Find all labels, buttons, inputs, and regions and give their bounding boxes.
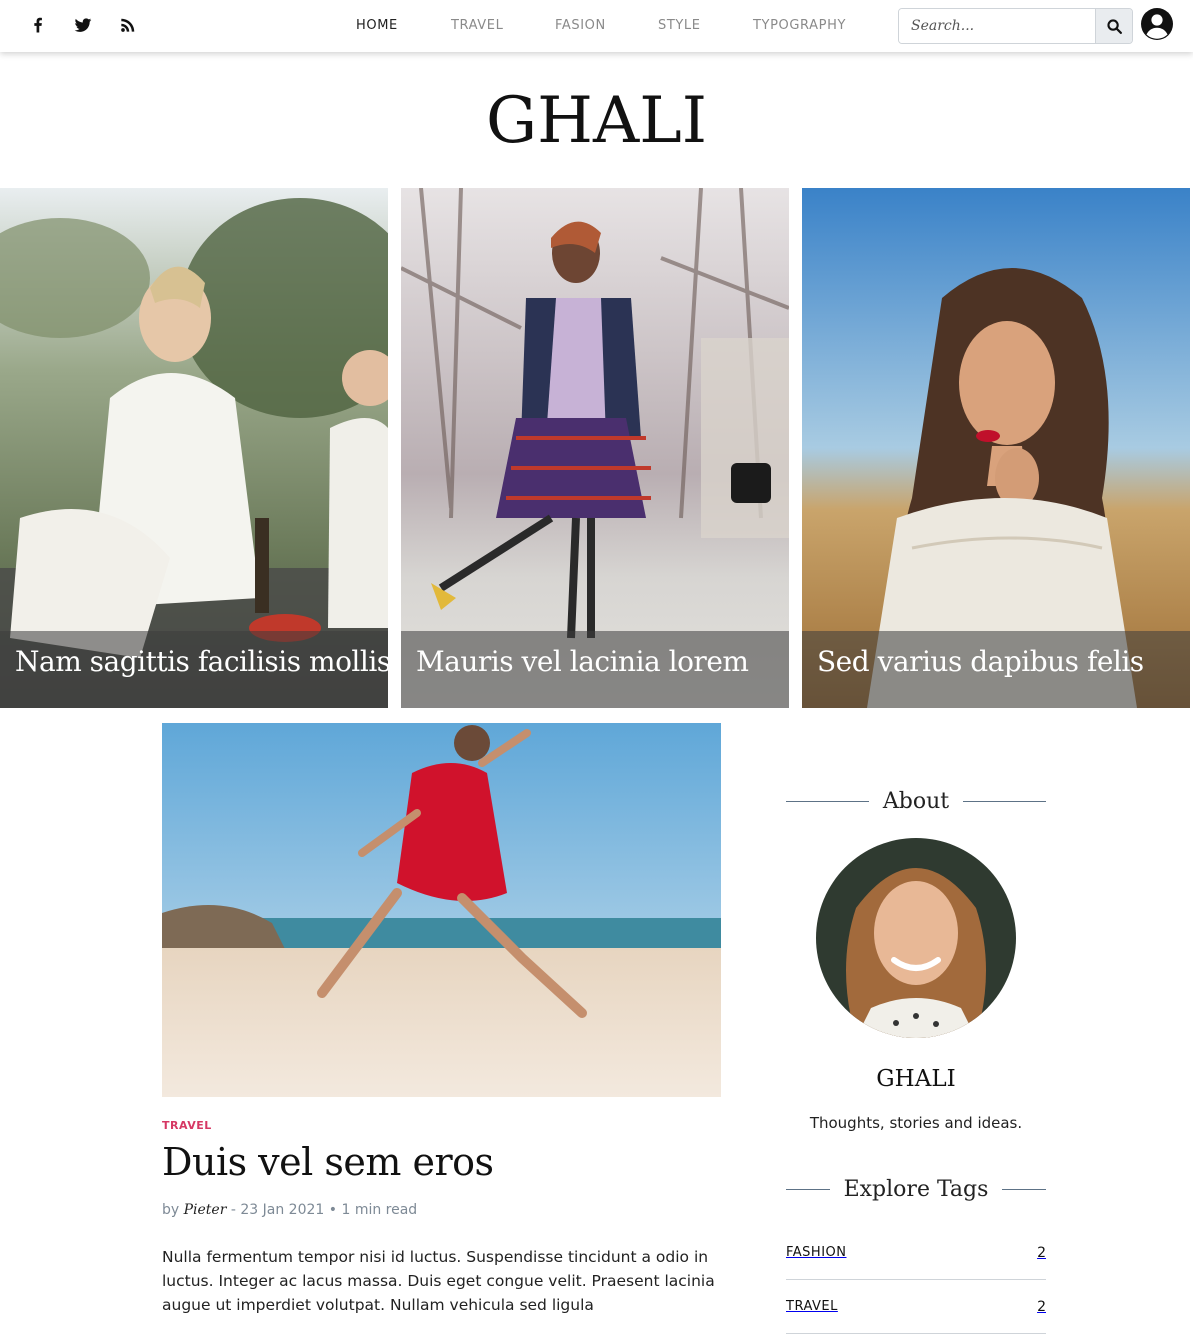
- tag-name: TRAVEL: [786, 1299, 838, 1314]
- featured-title: Nam sagittis facilisis mollis: [15, 645, 388, 678]
- search-icon: [1106, 18, 1122, 34]
- featured-caption: Sed varius dapibus felis: [802, 631, 1190, 708]
- nav-item-travel[interactable]: TRAVEL: [451, 18, 503, 33]
- post-meta-by: by: [162, 1202, 180, 1218]
- divider-line: [963, 801, 1047, 802]
- nav-item-typography[interactable]: TYPOGRAPHY: [753, 18, 846, 33]
- featured-title: Sed varius dapibus felis: [817, 645, 1144, 678]
- nav-item-style[interactable]: STYLE: [658, 18, 701, 33]
- tag-name: FASHION: [786, 1245, 847, 1260]
- post-meta: by Pieter - 23 Jan 2021 • 1 min read: [162, 1202, 417, 1218]
- featured-image-portrait: [802, 188, 1190, 708]
- post-excerpt: Nulla fermentum tempor nisi id luctus. S…: [162, 1248, 715, 1314]
- about-heading: About: [786, 789, 1047, 814]
- featured-image-street-style: [401, 188, 789, 708]
- divider-line: [786, 1189, 830, 1190]
- about-name: GHALI: [876, 1066, 956, 1092]
- about-heading-text: About: [882, 789, 950, 814]
- tag-row-travel[interactable]: TRAVEL 2: [786, 1280, 1046, 1334]
- account-button[interactable]: [1140, 7, 1174, 41]
- tag-row-fashion[interactable]: FASHION 2: [786, 1226, 1046, 1280]
- tag-count: 2: [1037, 1298, 1046, 1315]
- tags-heading-text: Explore Tags: [843, 1177, 989, 1202]
- site-title[interactable]: GHALI: [0, 84, 1193, 158]
- nav-item-home[interactable]: HOME: [356, 18, 398, 33]
- about-avatar: [816, 838, 1016, 1038]
- tags-heading: Explore Tags: [786, 1177, 1047, 1202]
- featured-card[interactable]: Sed varius dapibus felis: [802, 188, 1190, 708]
- post-title[interactable]: Duis vel sem eros: [162, 1140, 494, 1184]
- featured-caption: Mauris vel lacinia lorem: [401, 631, 789, 708]
- post-image-beach: [162, 723, 721, 1097]
- tag-count: 2: [1037, 1244, 1046, 1261]
- featured-title: Mauris vel lacinia lorem: [416, 645, 749, 678]
- featured-card[interactable]: Mauris vel lacinia lorem: [401, 188, 789, 708]
- about-tagline: Thoughts, stories and ideas.: [809, 1114, 1023, 1132]
- featured-caption: Nam sagittis facilisis mollis: [0, 631, 388, 708]
- featured-card[interactable]: Nam sagittis facilisis mollis: [0, 188, 388, 708]
- author-portrait: [816, 838, 1016, 1038]
- search-button[interactable]: [1095, 9, 1132, 43]
- search-box: [898, 8, 1133, 44]
- featured-image-picnic: [0, 188, 388, 708]
- post-category[interactable]: TRAVEL: [162, 1119, 212, 1132]
- divider-line: [1002, 1189, 1047, 1190]
- post-author[interactable]: Pieter: [184, 1202, 227, 1218]
- post-image-link[interactable]: [162, 723, 721, 1097]
- user-account-icon: [1141, 8, 1173, 40]
- search-input[interactable]: [899, 9, 1095, 43]
- divider-line: [786, 801, 869, 802]
- top-navigation-bar: HOME TRAVEL FASION STYLE TYPOGRAPHY: [0, 0, 1193, 52]
- nav-item-fasion[interactable]: FASION: [555, 18, 606, 33]
- post-meta-details: - 23 Jan 2021 • 1 min read: [226, 1202, 418, 1218]
